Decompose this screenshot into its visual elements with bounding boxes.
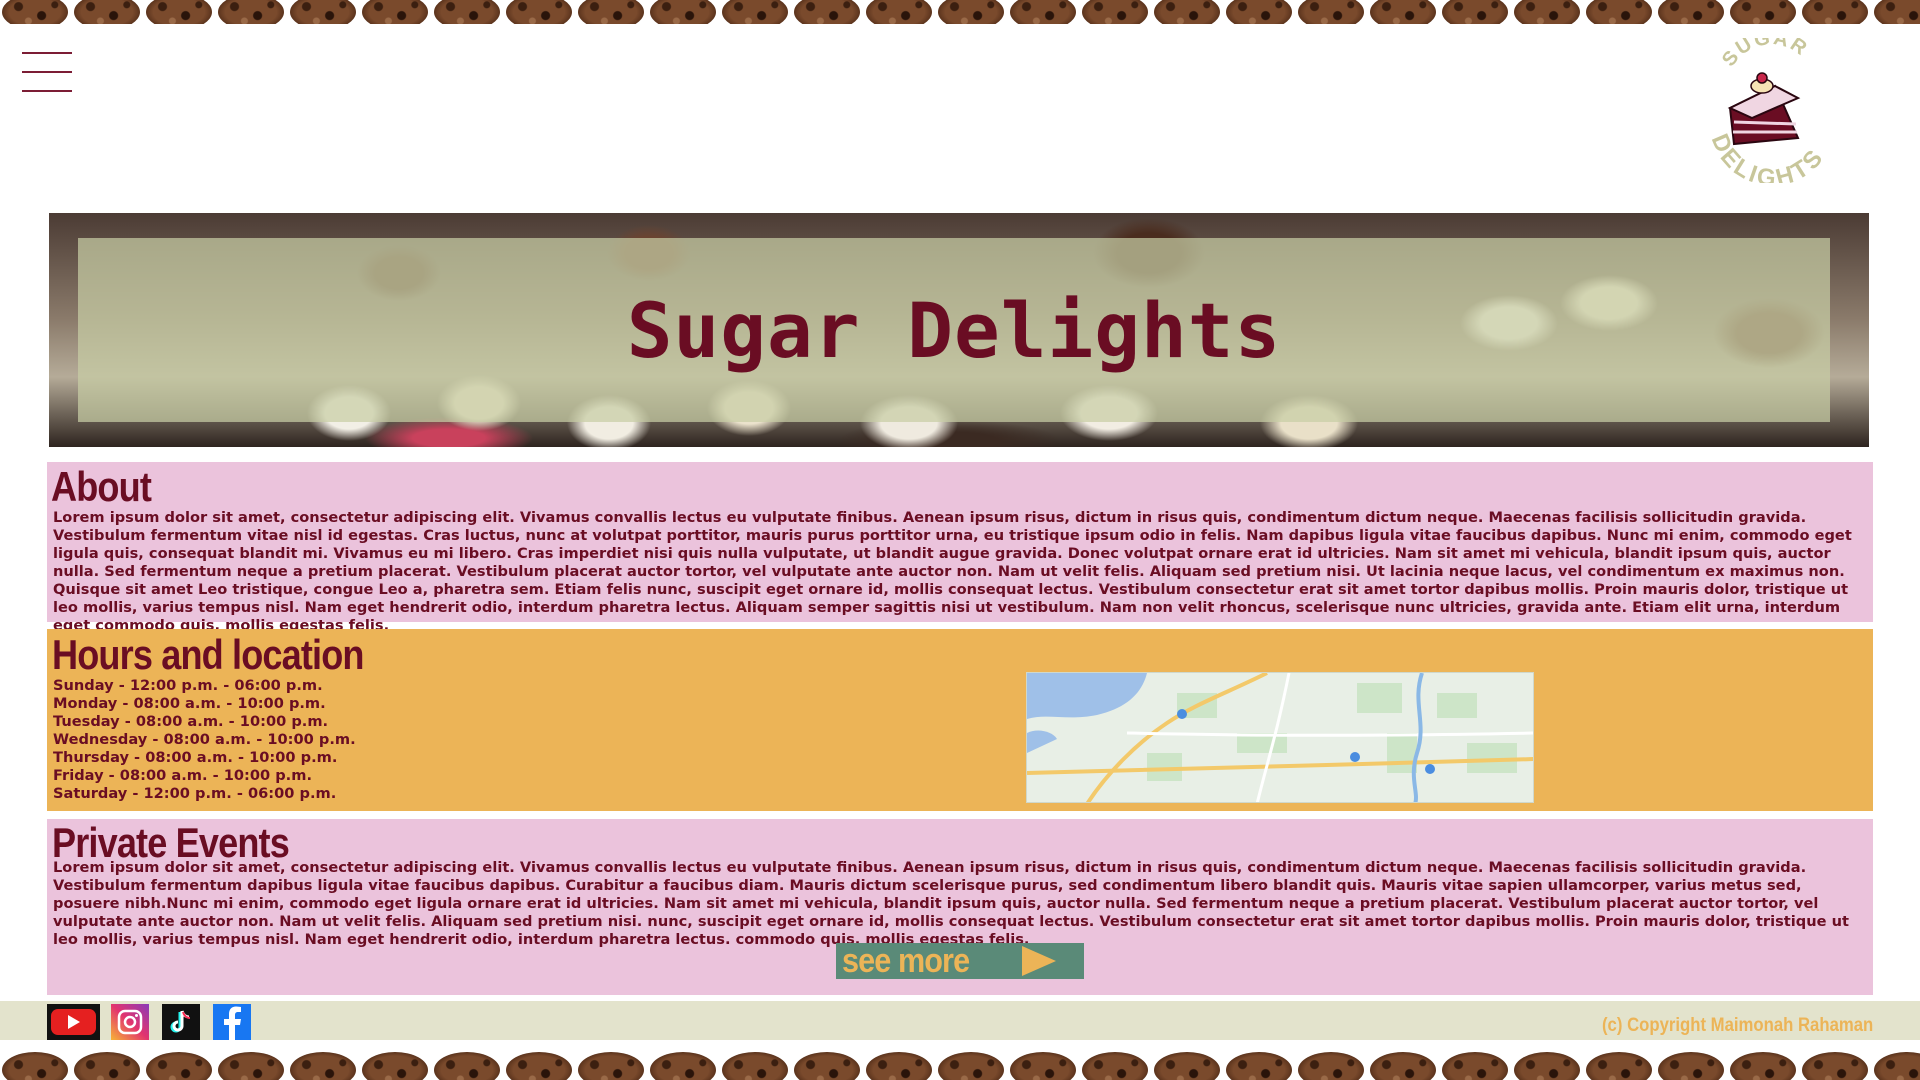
cookie-decoration: [794, 1052, 860, 1080]
cookie-decoration: [1802, 1052, 1868, 1080]
tiktok-svg: [162, 1004, 200, 1040]
see-more-button[interactable]: see more: [836, 941, 1084, 980]
hours-item: Wednesday - 08:00 a.m. - 10:00 p.m.: [53, 731, 356, 748]
cookie-decoration: [1442, 1052, 1508, 1080]
cookie-border-top: [0, 0, 1920, 24]
cookie-decoration: [506, 0, 572, 24]
hours-item: Saturday - 12:00 p.m. - 06:00 p.m.: [53, 785, 337, 802]
cake-slice-icon[interactable]: SUGAR DELIGHTS: [1700, 27, 1840, 192]
cookie-decoration: [74, 0, 140, 24]
menu-line: [22, 71, 72, 73]
cookie-decoration: [146, 0, 212, 24]
cookie-decoration: [434, 0, 500, 24]
hamburger-icon[interactable]: [22, 50, 72, 94]
cookie-decoration: [1730, 1052, 1796, 1080]
cookie-decoration: [1010, 1052, 1076, 1080]
cookie-decoration: [1658, 0, 1724, 24]
hours-item: Friday - 08:00 a.m. - 10:00 p.m.: [53, 767, 312, 784]
facebook-icon[interactable]: [213, 1004, 251, 1040]
cookie-decoration: [1874, 1052, 1920, 1080]
cookie-decoration: [1010, 0, 1076, 24]
logo-top-text: SUGAR: [1718, 38, 1812, 71]
about-heading: About: [51, 463, 152, 510]
cookie-decoration: [506, 1052, 572, 1080]
play-arrow-icon: [1022, 946, 1056, 976]
cookie-decoration: [218, 1052, 284, 1080]
about-text: Lorem ipsum dolor sit amet, consectetur …: [53, 509, 1852, 634]
hero-title: Sugar Delights: [626, 285, 1282, 375]
see-more-label: see more: [842, 941, 970, 980]
cookie-decoration: [218, 0, 284, 24]
cookie-decoration: [1586, 0, 1652, 24]
cookie-decoration: [1082, 1052, 1148, 1080]
cookie-decoration: [1370, 1052, 1436, 1080]
hours-heading: Hours and location: [52, 631, 364, 678]
hours-item: Tuesday - 08:00 a.m. - 10:00 p.m.: [53, 713, 329, 730]
cookie-decoration: [74, 1052, 140, 1080]
cookie-decoration: [1730, 0, 1796, 24]
cookie-decoration: [1154, 0, 1220, 24]
youtube-svg: [47, 1004, 100, 1040]
facebook-svg: [213, 1004, 251, 1040]
cookie-decoration: [794, 0, 860, 24]
location-map[interactable]: [1026, 672, 1534, 803]
hours-item: Thursday - 08:00 a.m. - 10:00 p.m.: [53, 749, 338, 766]
youtube-icon[interactable]: [47, 1004, 100, 1040]
cookie-decoration: [722, 1052, 788, 1080]
cookie-decoration: [362, 1052, 428, 1080]
cookie-border-bottom: [0, 1052, 1920, 1080]
hours-list: Sunday - 12:00 p.m. - 06:00 p.m. Monday …: [53, 677, 356, 803]
cookie-decoration: [1658, 1052, 1724, 1080]
cookie-decoration: [866, 1052, 932, 1080]
cookie-decoration: [2, 0, 68, 24]
footer: (c) Copyright Maimonah Rahaman: [0, 1001, 1920, 1040]
cookie-decoration: [290, 1052, 356, 1080]
cookie-decoration: [1802, 0, 1868, 24]
cookie-decoration: [1226, 1052, 1292, 1080]
hours-item: Monday - 08:00 a.m. - 10:00 p.m.: [53, 695, 326, 712]
cookie-decoration: [1442, 0, 1508, 24]
cookie-decoration: [290, 0, 356, 24]
hours-section: Hours and location Sunday - 12:00 p.m. -…: [47, 629, 1873, 811]
cookie-decoration: [938, 0, 1004, 24]
cookie-decoration: [1874, 0, 1920, 24]
cookie-decoration: [1226, 0, 1292, 24]
cookie-decoration: [1298, 1052, 1364, 1080]
logo-svg: SUGAR DELIGHTS: [1706, 27, 1827, 192]
instagram-icon[interactable]: [111, 1004, 149, 1040]
cookie-decoration: [650, 1052, 716, 1080]
cookie-decoration: [362, 0, 428, 24]
about-section: About Lorem ipsum dolor sit amet, consec…: [47, 462, 1873, 634]
cookie-decoration: [1298, 0, 1364, 24]
events-section: Private Events Lorem ipsum dolor sit ame…: [47, 819, 1873, 995]
cookie-decoration: [866, 0, 932, 24]
cookie-decoration: [1154, 1052, 1220, 1080]
cookie-decoration: [938, 1052, 1004, 1080]
menu-line: [22, 90, 72, 92]
instagram-svg: [111, 1004, 149, 1040]
events-text: Lorem ipsum dolor sit amet, consectetur …: [53, 859, 1849, 948]
hours-item: Sunday - 12:00 p.m. - 06:00 p.m.: [53, 677, 323, 694]
hero-overlay: Sugar Delights: [78, 238, 1830, 422]
cookie-decoration: [1514, 0, 1580, 24]
cookie-decoration: [1586, 1052, 1652, 1080]
menu-line: [22, 52, 72, 54]
cookie-decoration: [146, 1052, 212, 1080]
cookie-decoration: [1370, 0, 1436, 24]
cookie-decoration: [578, 0, 644, 24]
hero-banner: Sugar Delights: [49, 213, 1869, 447]
cookie-decoration: [650, 0, 716, 24]
map-svg: [1027, 673, 1533, 802]
cookie-decoration: [1514, 1052, 1580, 1080]
cookie-decoration: [722, 0, 788, 24]
cookie-decoration: [1082, 0, 1148, 24]
copyright-text: (c) Copyright Maimonah Rahaman: [1601, 1015, 1873, 1036]
cookie-decoration: [578, 1052, 644, 1080]
cookie-decoration: [434, 1052, 500, 1080]
tiktok-icon[interactable]: [162, 1004, 200, 1040]
cookie-decoration: [2, 1052, 68, 1080]
